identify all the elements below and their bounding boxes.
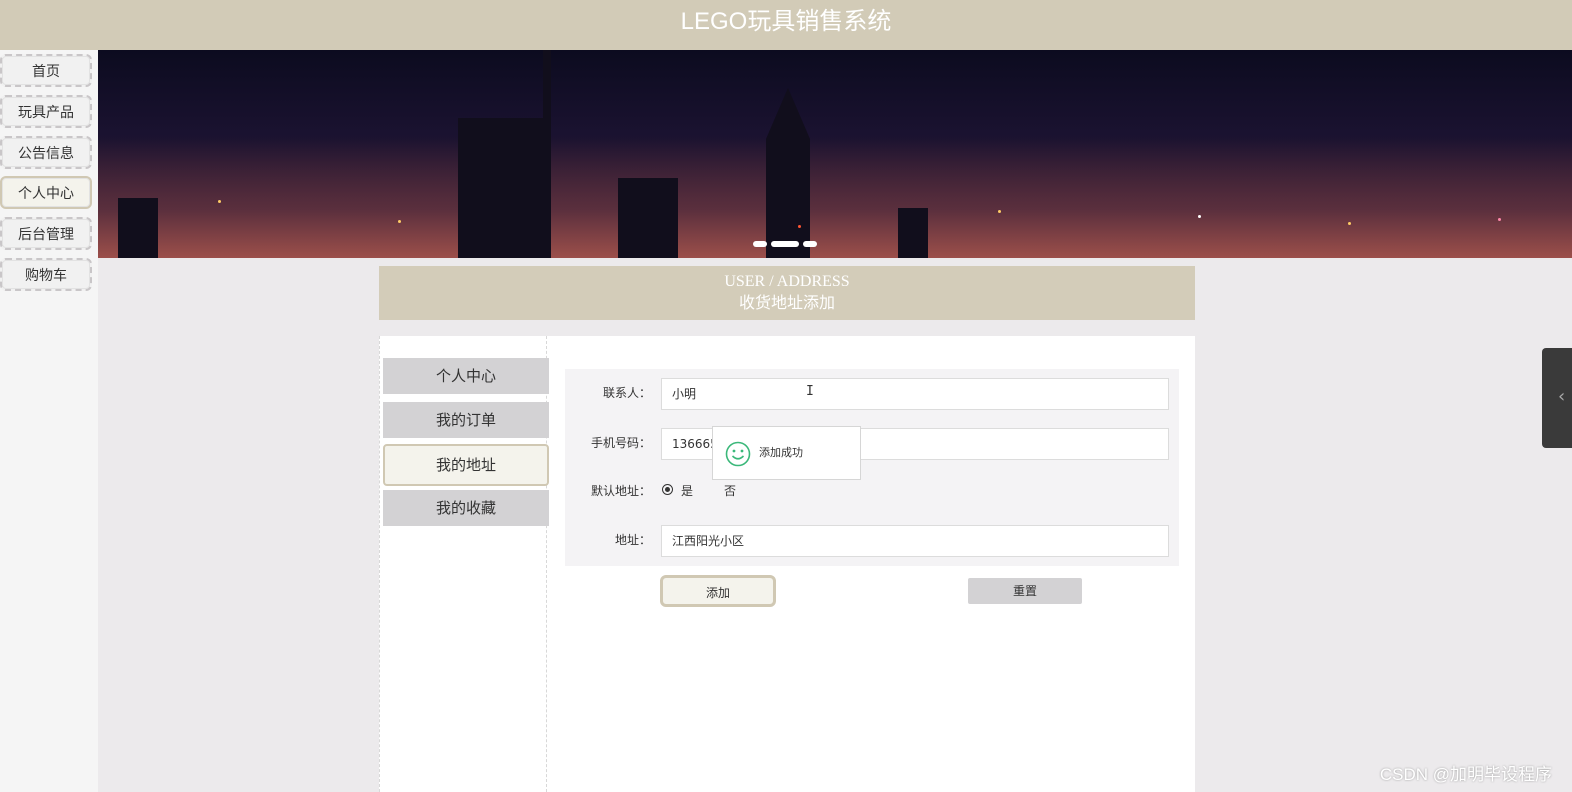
default-address-label: 默认地址： xyxy=(590,484,651,498)
reset-button[interactable]: 重置 xyxy=(968,578,1082,604)
banner-carousel[interactable] xyxy=(98,50,1572,258)
building-shape xyxy=(618,178,678,258)
section-title-en: USER / ADDRESS xyxy=(724,273,850,290)
carousel-dot-active[interactable] xyxy=(771,241,799,247)
default-yes-label: 是 xyxy=(681,484,694,498)
app-header: LEGO玩具销售系统 xyxy=(0,0,1572,50)
default-yes-radio[interactable] xyxy=(662,484,673,495)
tower-shape xyxy=(543,50,551,258)
submenu-my-orders[interactable]: 我的订单 xyxy=(383,402,549,438)
side-drawer-toggle[interactable]: ‹ xyxy=(1542,348,1572,448)
address-input[interactable]: 江西阳光小区 xyxy=(661,525,1169,557)
watermark-text: CSDN @加明毕设程序 xyxy=(1379,765,1552,784)
city-skyline-image xyxy=(98,138,1572,258)
add-button[interactable]: 添加 xyxy=(660,575,776,607)
chevron-left-icon: ‹ xyxy=(1558,386,1566,407)
section-title-bar: USER / ADDRESS 收货地址添加 xyxy=(379,266,1195,320)
submenu-my-address[interactable]: 我的地址 xyxy=(383,444,549,486)
carousel-dots xyxy=(753,232,821,251)
user-submenu: 个人中心 我的订单 我的地址 我的收藏 xyxy=(379,336,549,792)
content-panel: 个人中心 我的订单 我的地址 我的收藏 联系人： 小明 手机号码： 136665… xyxy=(379,336,1195,792)
left-nav: 首页 玩具产品 公告信息 个人中心 后台管理 购物车 xyxy=(0,50,98,792)
nav-item-cart[interactable]: 购物车 xyxy=(0,258,92,291)
contact-label: 联系人： xyxy=(602,386,651,400)
smile-icon xyxy=(725,441,751,467)
contact-input[interactable]: 小明 xyxy=(661,378,1169,410)
phone-label: 手机号码： xyxy=(590,436,651,450)
carousel-dot[interactable] xyxy=(753,241,767,247)
nav-item-toys[interactable]: 玩具产品 xyxy=(0,95,92,128)
nav-item-admin[interactable]: 后台管理 xyxy=(0,217,92,250)
toast-message: 添加成功 xyxy=(759,446,803,459)
section-title-cn: 收货地址添加 xyxy=(738,295,835,312)
building-shape xyxy=(458,118,548,258)
nav-item-personal-center[interactable]: 个人中心 xyxy=(0,176,92,209)
text-cursor-icon: I xyxy=(806,384,814,399)
app-title: LEGO玩具销售系统 xyxy=(680,8,892,35)
default-no-label[interactable]: 否 xyxy=(724,482,736,499)
submenu-personal-center[interactable]: 个人中心 xyxy=(383,358,549,394)
address-form: 联系人： 小明 手机号码： 136665 默认地址： 是 否 地址： 江西阳光小… xyxy=(565,369,1179,566)
building-shape xyxy=(898,208,928,258)
carousel-dot[interactable] xyxy=(803,241,817,247)
nav-item-notices[interactable]: 公告信息 xyxy=(0,136,92,169)
submenu-my-favorites[interactable]: 我的收藏 xyxy=(383,490,549,526)
nav-item-home[interactable]: 首页 xyxy=(0,54,92,87)
address-label: 地址： xyxy=(614,533,651,547)
success-toast: 添加成功 xyxy=(712,426,861,480)
building-shape xyxy=(118,198,158,258)
